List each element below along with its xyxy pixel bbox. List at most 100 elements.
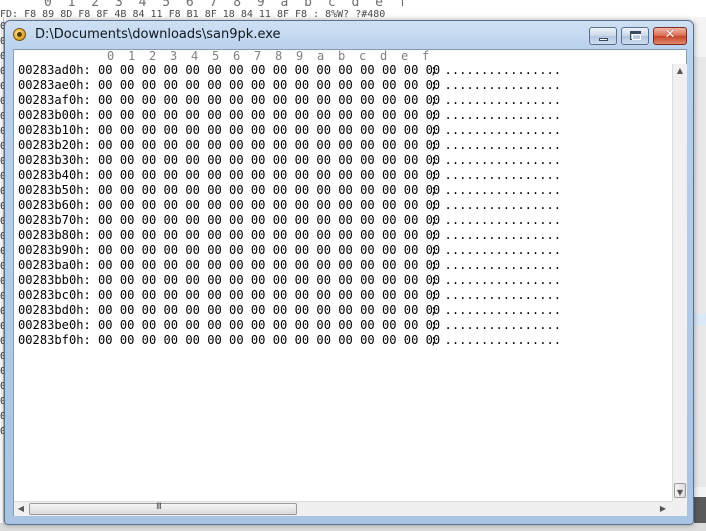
row-address[interactable]: 00283af0h: bbox=[18, 93, 91, 108]
scroll-left-arrow-icon[interactable]: ◀ bbox=[14, 502, 28, 516]
hex-row[interactable]: 00283bf0h: 00 00 00 00 00 00 00 00 00 00 … bbox=[18, 333, 668, 348]
column-header-label: a bbox=[317, 49, 325, 63]
row-hex-bytes[interactable]: 00 00 00 00 00 00 00 00 00 00 00 00 00 0… bbox=[98, 318, 440, 333]
row-address[interactable]: 00283bb0h: bbox=[18, 273, 91, 288]
row-ascii[interactable]: ; ................ bbox=[430, 108, 561, 123]
column-header-label: f bbox=[422, 49, 430, 63]
hex-row[interactable]: 00283b60h: 00 00 00 00 00 00 00 00 00 00 … bbox=[18, 198, 668, 213]
hex-row[interactable]: 00283b80h: 00 00 00 00 00 00 00 00 00 00 … bbox=[18, 228, 668, 243]
background-selection-highlight bbox=[694, 313, 706, 325]
row-hex-bytes[interactable]: 00 00 00 00 00 00 00 00 00 00 00 00 00 0… bbox=[98, 63, 440, 78]
row-hex-bytes[interactable]: 00 00 00 00 00 00 00 00 00 00 00 00 00 0… bbox=[98, 273, 440, 288]
column-header-label: 0 bbox=[107, 49, 115, 63]
row-address[interactable]: 00283b30h: bbox=[18, 153, 91, 168]
column-header-label: 7 bbox=[254, 49, 262, 63]
row-ascii[interactable]: ; ................ bbox=[430, 318, 561, 333]
column-header-label: 5 bbox=[212, 49, 220, 63]
hex-row[interactable]: 00283ae0h: 00 00 00 00 00 00 00 00 00 00 … bbox=[18, 78, 668, 93]
row-address[interactable]: 00283b80h: bbox=[18, 228, 91, 243]
row-address[interactable]: 00283b90h: bbox=[18, 243, 91, 258]
row-hex-bytes[interactable]: 00 00 00 00 00 00 00 00 00 00 00 00 00 0… bbox=[98, 168, 440, 183]
row-ascii[interactable]: ; ................ bbox=[430, 243, 561, 258]
row-hex-bytes[interactable]: 00 00 00 00 00 00 00 00 00 00 00 00 00 0… bbox=[98, 228, 440, 243]
scroll-down-arrow-icon[interactable]: ▼ bbox=[673, 486, 687, 500]
scroll-up-arrow-icon[interactable]: ▲ bbox=[673, 64, 687, 78]
hex-row[interactable]: 00283b10h: 00 00 00 00 00 00 00 00 00 00 … bbox=[18, 123, 668, 138]
row-ascii[interactable]: ; ................ bbox=[430, 273, 561, 288]
close-button[interactable]: ✕ bbox=[653, 27, 687, 45]
row-ascii[interactable]: ; ................ bbox=[430, 78, 561, 93]
minimize-button[interactable] bbox=[589, 27, 617, 45]
row-ascii[interactable]: ; ................ bbox=[430, 168, 561, 183]
hex-row[interactable]: 00283be0h: 00 00 00 00 00 00 00 00 00 00 … bbox=[18, 318, 668, 333]
row-address[interactable]: 00283ba0h: bbox=[18, 258, 91, 273]
hex-row[interactable]: 00283bc0h: 00 00 00 00 00 00 00 00 00 00 … bbox=[18, 288, 668, 303]
row-ascii[interactable]: ; ................ bbox=[430, 153, 561, 168]
hex-row[interactable]: 00283b90h: 00 00 00 00 00 00 00 00 00 00 … bbox=[18, 243, 668, 258]
app-icon[interactable] bbox=[13, 28, 26, 41]
hex-row[interactable]: 00283b20h: 00 00 00 00 00 00 00 00 00 00 … bbox=[18, 138, 668, 153]
row-hex-bytes[interactable]: 00 00 00 00 00 00 00 00 00 00 00 00 00 0… bbox=[98, 108, 440, 123]
row-address[interactable]: 00283b20h: bbox=[18, 138, 91, 153]
row-address[interactable]: 00283bd0h: bbox=[18, 303, 91, 318]
row-hex-bytes[interactable]: 00 00 00 00 00 00 00 00 00 00 00 00 00 0… bbox=[98, 78, 440, 93]
hex-row[interactable]: 00283b30h: 00 00 00 00 00 00 00 00 00 00 … bbox=[18, 153, 668, 168]
column-header-label: c bbox=[359, 49, 367, 63]
hex-row[interactable]: 00283af0h: 00 00 00 00 00 00 00 00 00 00 … bbox=[18, 93, 668, 108]
hex-row[interactable]: 00283b00h: 00 00 00 00 00 00 00 00 00 00 … bbox=[18, 108, 668, 123]
hex-row[interactable]: 00283b70h: 00 00 00 00 00 00 00 00 00 00 … bbox=[18, 213, 668, 228]
scroll-right-arrow-icon[interactable]: ▶ bbox=[656, 502, 670, 516]
row-address[interactable]: 00283b50h: bbox=[18, 183, 91, 198]
row-address[interactable]: 00283b70h: bbox=[18, 213, 91, 228]
row-hex-bytes[interactable]: 00 00 00 00 00 00 00 00 00 00 00 00 00 0… bbox=[98, 213, 440, 228]
maximize-button[interactable] bbox=[621, 27, 649, 45]
horizontal-scrollbar[interactable]: ◀ III ▶ bbox=[14, 501, 672, 516]
row-ascii[interactable]: ; ................ bbox=[430, 333, 561, 348]
row-ascii[interactable]: ; ................ bbox=[430, 138, 561, 153]
row-hex-bytes[interactable]: 00 00 00 00 00 00 00 00 00 00 00 00 00 0… bbox=[98, 153, 440, 168]
hex-view-pane[interactable]: 0123456789abcdef 00283ad0h: 00 00 00 00 0… bbox=[13, 49, 687, 516]
hex-row[interactable]: 00283b40h: 00 00 00 00 00 00 00 00 00 00 … bbox=[18, 168, 668, 183]
row-ascii[interactable]: ; ................ bbox=[430, 93, 561, 108]
hex-row[interactable]: 00283bb0h: 00 00 00 00 00 00 00 00 00 00 … bbox=[18, 273, 668, 288]
row-ascii[interactable]: ; ................ bbox=[430, 123, 561, 138]
row-ascii[interactable]: ; ................ bbox=[430, 213, 561, 228]
maximize-icon bbox=[630, 31, 641, 40]
hex-row[interactable]: 00283b50h: 00 00 00 00 00 00 00 00 00 00 … bbox=[18, 183, 668, 198]
row-address[interactable]: 00283bc0h: bbox=[18, 288, 91, 303]
title-bar[interactable]: D:\Documents\downloads\san9pk.exe ✕ bbox=[5, 21, 693, 49]
row-address[interactable]: 00283ad0h: bbox=[18, 63, 91, 78]
row-ascii[interactable]: ; ................ bbox=[430, 288, 561, 303]
row-hex-bytes[interactable]: 00 00 00 00 00 00 00 00 00 00 00 00 00 0… bbox=[98, 93, 440, 108]
row-hex-bytes[interactable]: 00 00 00 00 00 00 00 00 00 00 00 00 00 0… bbox=[98, 183, 440, 198]
scroll-grip-icon: III bbox=[156, 502, 162, 512]
row-hex-bytes[interactable]: 00 00 00 00 00 00 00 00 00 00 00 00 00 0… bbox=[98, 303, 440, 318]
row-ascii[interactable]: ; ................ bbox=[430, 63, 561, 78]
horizontal-scroll-thumb[interactable]: III bbox=[29, 502, 297, 515]
row-ascii[interactable]: ; ................ bbox=[430, 303, 561, 318]
row-hex-bytes[interactable]: 00 00 00 00 00 00 00 00 00 00 00 00 00 0… bbox=[98, 138, 440, 153]
row-ascii[interactable]: ; ................ bbox=[430, 183, 561, 198]
row-address[interactable]: 00283b60h: bbox=[18, 198, 91, 213]
row-hex-bytes[interactable]: 00 00 00 00 00 00 00 00 00 00 00 00 00 0… bbox=[98, 333, 440, 348]
row-hex-bytes[interactable]: 00 00 00 00 00 00 00 00 00 00 00 00 00 0… bbox=[98, 198, 440, 213]
hex-row[interactable]: 00283ba0h: 00 00 00 00 00 00 00 00 00 00 … bbox=[18, 258, 668, 273]
row-ascii[interactable]: ; ................ bbox=[430, 258, 561, 273]
hex-rows[interactable]: 00283ad0h: 00 00 00 00 00 00 00 00 00 00 … bbox=[18, 63, 668, 348]
row-hex-bytes[interactable]: 00 00 00 00 00 00 00 00 00 00 00 00 00 0… bbox=[98, 288, 440, 303]
row-address[interactable]: 00283ae0h: bbox=[18, 78, 91, 93]
row-hex-bytes[interactable]: 00 00 00 00 00 00 00 00 00 00 00 00 00 0… bbox=[98, 243, 440, 258]
row-address[interactable]: 00283b40h: bbox=[18, 168, 91, 183]
row-hex-bytes[interactable]: 00 00 00 00 00 00 00 00 00 00 00 00 00 0… bbox=[98, 123, 440, 138]
row-address[interactable]: 00283b10h: bbox=[18, 123, 91, 138]
row-ascii[interactable]: ; ................ bbox=[430, 228, 561, 243]
background-right-column bbox=[694, 57, 706, 487]
vertical-scrollbar[interactable]: ▲ ▼ bbox=[672, 64, 687, 501]
row-ascii[interactable]: ; ................ bbox=[430, 198, 561, 213]
row-hex-bytes[interactable]: 00 00 00 00 00 00 00 00 00 00 00 00 00 0… bbox=[98, 258, 440, 273]
hex-row[interactable]: 00283ad0h: 00 00 00 00 00 00 00 00 00 00 … bbox=[18, 63, 668, 78]
hex-row[interactable]: 00283bd0h: 00 00 00 00 00 00 00 00 00 00 … bbox=[18, 303, 668, 318]
row-address[interactable]: 00283be0h: bbox=[18, 318, 91, 333]
row-address[interactable]: 00283b00h: bbox=[18, 108, 91, 123]
row-address[interactable]: 00283bf0h: bbox=[18, 333, 91, 348]
